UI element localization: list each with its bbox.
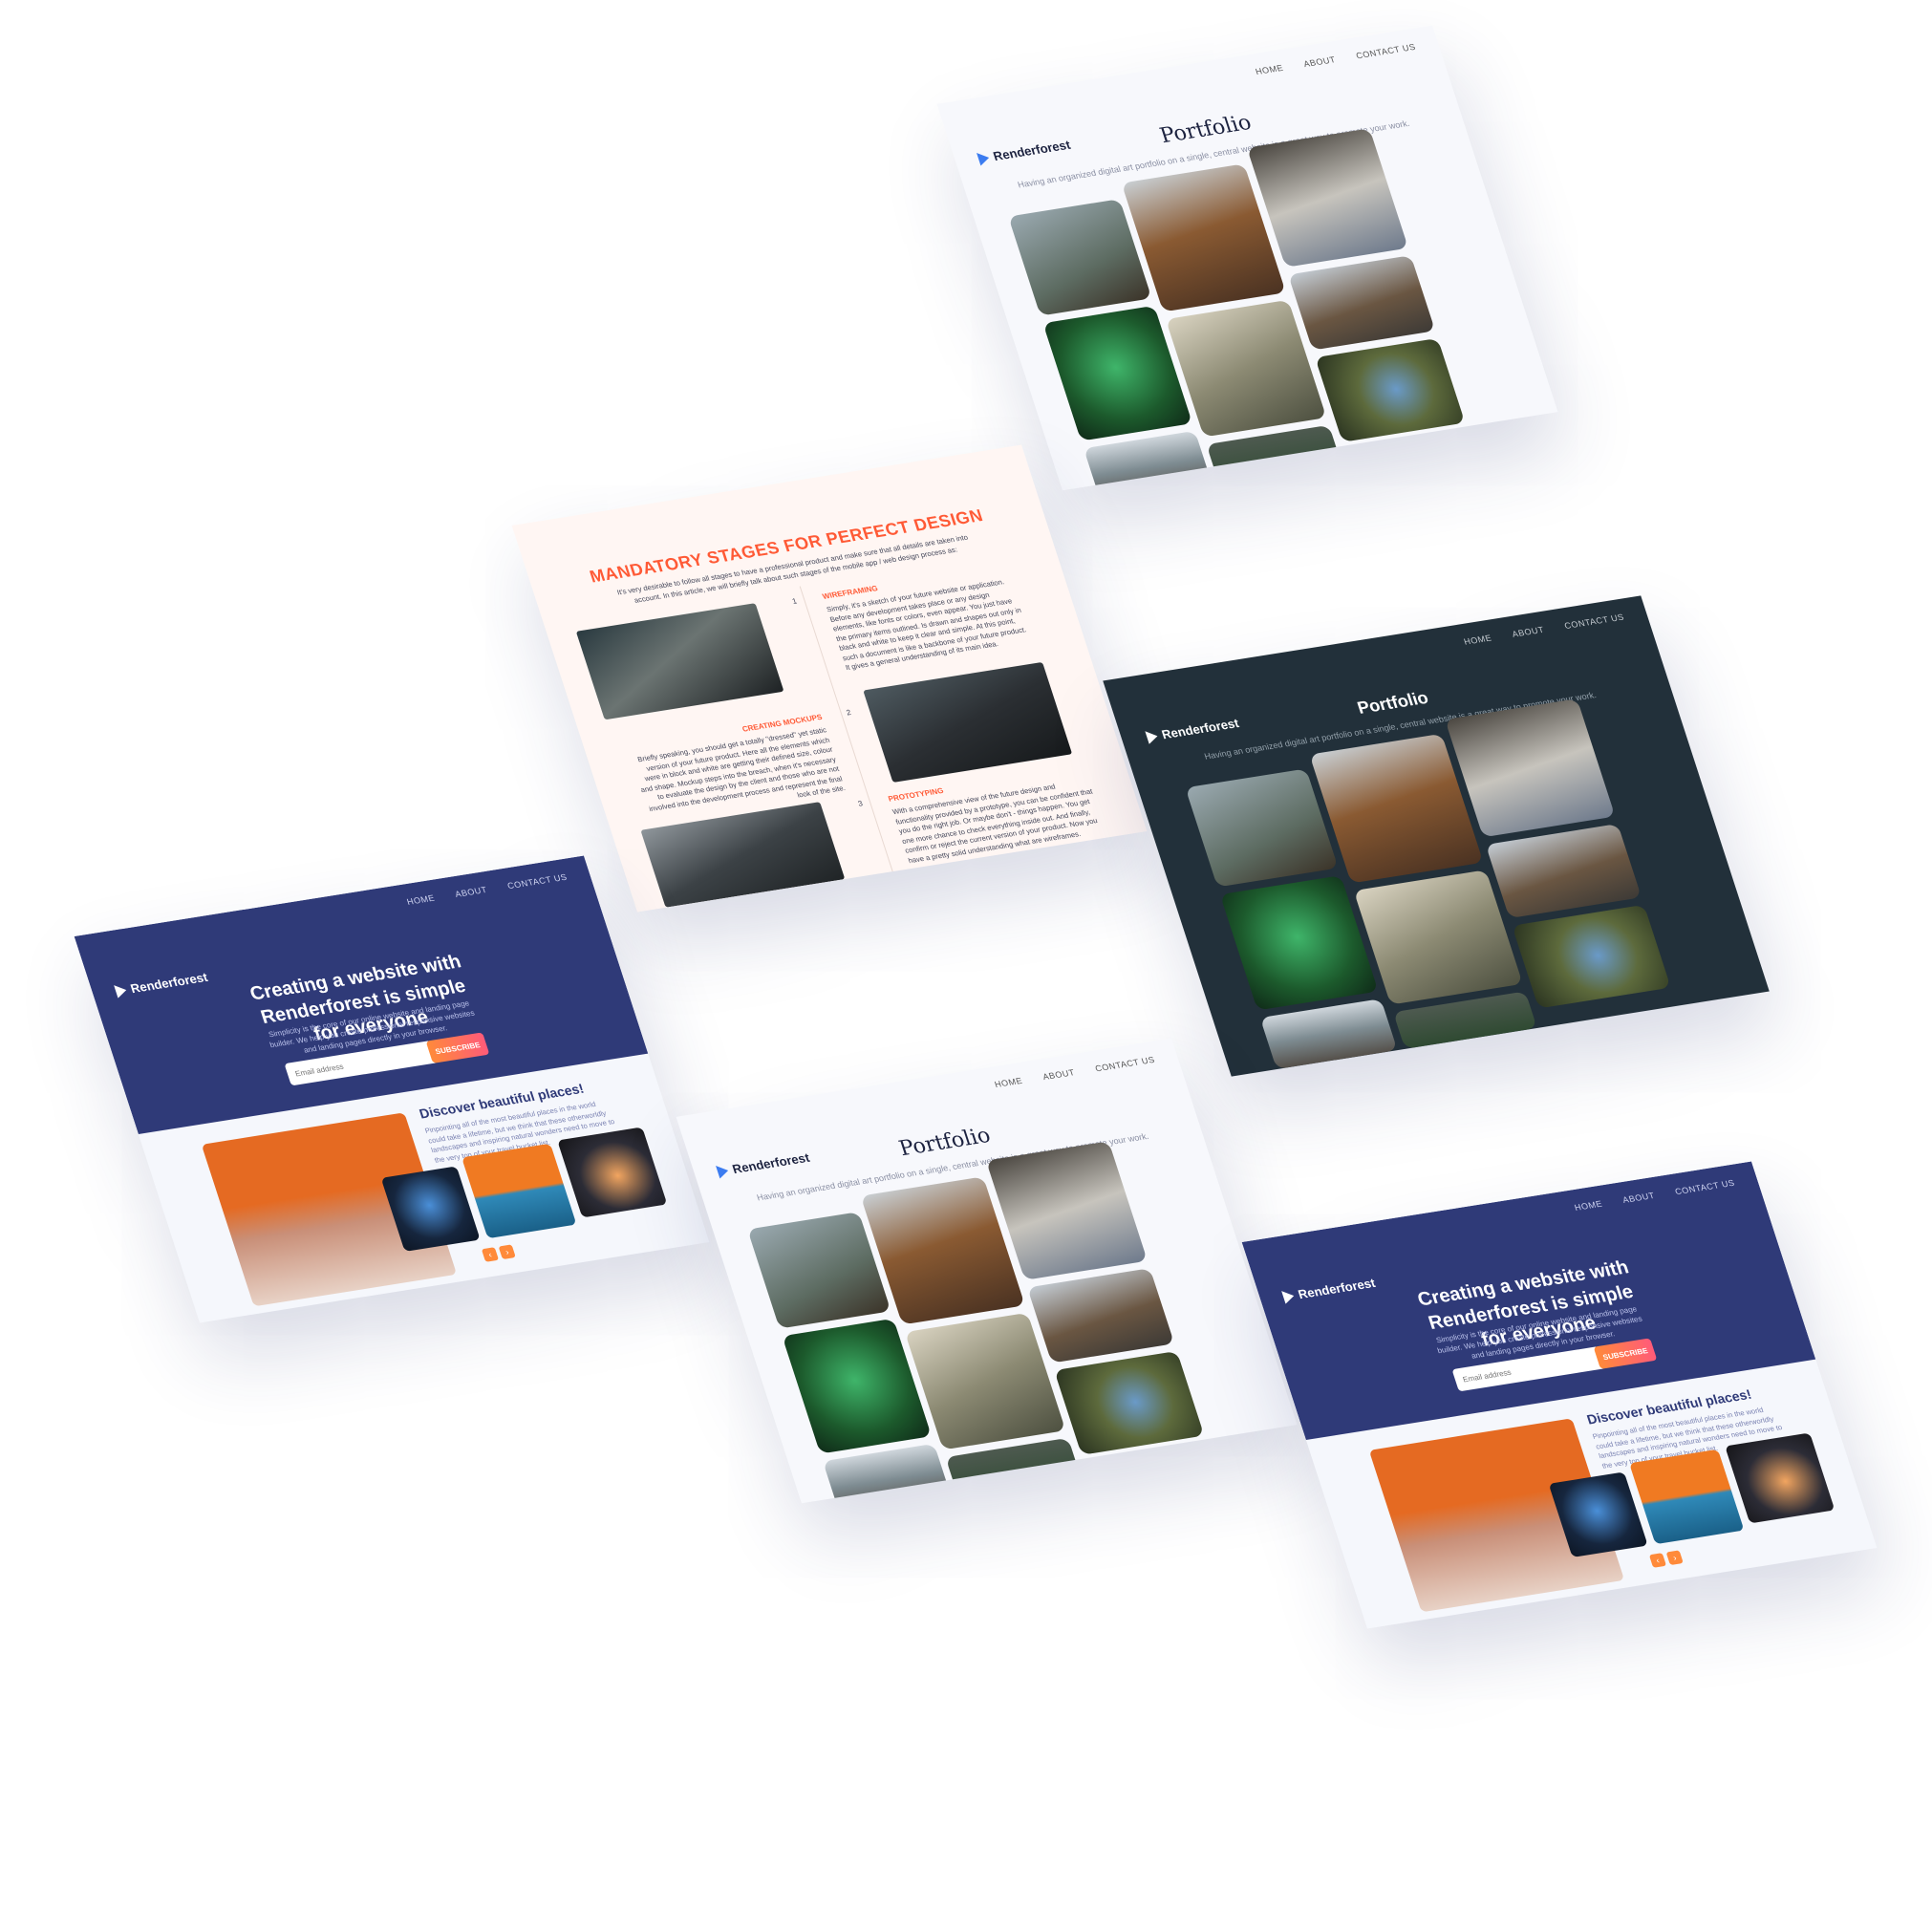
landing-hero-card-left: HOME ABOUT CONTACT US Renderforest Creat… — [74, 855, 710, 1323]
photo-lake-house[interactable] — [1485, 824, 1642, 919]
nav-contact[interactable]: CONTACT US — [1355, 42, 1417, 60]
image-gym-woman[interactable] — [863, 661, 1073, 783]
photo-lake-house[interactable] — [1027, 1268, 1175, 1363]
nav-contact[interactable]: CONTACT US — [1094, 1055, 1156, 1073]
photo-green-path[interactable] — [1206, 424, 1344, 491]
photo-lake-boats[interactable] — [747, 1212, 891, 1329]
step-number-2: 2 — [845, 708, 852, 718]
nav-home[interactable]: HOME — [1463, 633, 1493, 647]
photo-lake-boats[interactable] — [1185, 768, 1339, 888]
nav-about[interactable]: ABOUT — [1511, 625, 1545, 639]
nav-home[interactable]: HOME — [1255, 63, 1285, 76]
nav-about[interactable]: ABOUT — [1302, 54, 1337, 69]
photo-kingfisher[interactable] — [1315, 337, 1466, 442]
top-nav: HOME ABOUT CONTACT US — [994, 1055, 1156, 1089]
design-article-card: MANDATORY STAGES FOR PERFECT DESIGN It's… — [511, 444, 1148, 913]
photo-orange-sea[interactable] — [462, 1143, 577, 1239]
photo-orange-sea[interactable] — [1629, 1449, 1745, 1545]
prev-arrow-button[interactable]: ‹ — [481, 1247, 500, 1262]
photo-kingfisher[interactable] — [1512, 904, 1671, 1009]
top-nav-dark: HOME ABOUT CONTACT US — [1463, 612, 1625, 647]
photo-lake-reflection[interactable] — [1259, 998, 1398, 1070]
photo-kingfisher[interactable] — [1054, 1350, 1205, 1455]
nav-about[interactable]: ABOUT — [1041, 1067, 1076, 1082]
photo-lizard[interactable] — [1219, 875, 1379, 1011]
photo-plane-window[interactable] — [557, 1127, 668, 1218]
portfolio-light-card: HOME ABOUT CONTACT US Renderforest Portf… — [936, 25, 1558, 491]
photo-lake-boats[interactable] — [1008, 199, 1152, 316]
photo-lake-reflection[interactable] — [822, 1443, 953, 1504]
portfolio-dark-card: HOME ABOUT CONTACT US Renderforest Portf… — [1103, 595, 1770, 1077]
top-nav: HOME ABOUT CONTACT US — [1255, 42, 1417, 76]
image-full-power[interactable] — [575, 603, 784, 720]
photo-green-path[interactable] — [945, 1437, 1084, 1504]
portfolio-light-card-bottom: HOME ABOUT CONTACT US Renderforest Portf… — [676, 1038, 1298, 1504]
photo-grass[interactable] — [1353, 870, 1523, 1005]
step-number-3: 3 — [856, 799, 865, 808]
landing-hero-card-right: HOME ABOUT CONTACT US Renderforest Creat… — [1241, 1161, 1878, 1629]
nav-contact[interactable]: CONTACT US — [1563, 612, 1625, 631]
next-arrow-button[interactable]: › — [498, 1244, 516, 1260]
photo-plane-window[interactable] — [1725, 1432, 1835, 1524]
nav-home[interactable]: HOME — [994, 1076, 1024, 1089]
photo-lake-reflection[interactable] — [1083, 430, 1213, 491]
next-arrow-button[interactable]: › — [1665, 1550, 1684, 1566]
step-number-1: 1 — [790, 596, 799, 606]
photo-lake-house[interactable] — [1288, 255, 1436, 351]
prev-arrow-button[interactable]: ‹ — [1648, 1553, 1667, 1568]
photo-hat-person[interactable] — [1445, 698, 1616, 838]
